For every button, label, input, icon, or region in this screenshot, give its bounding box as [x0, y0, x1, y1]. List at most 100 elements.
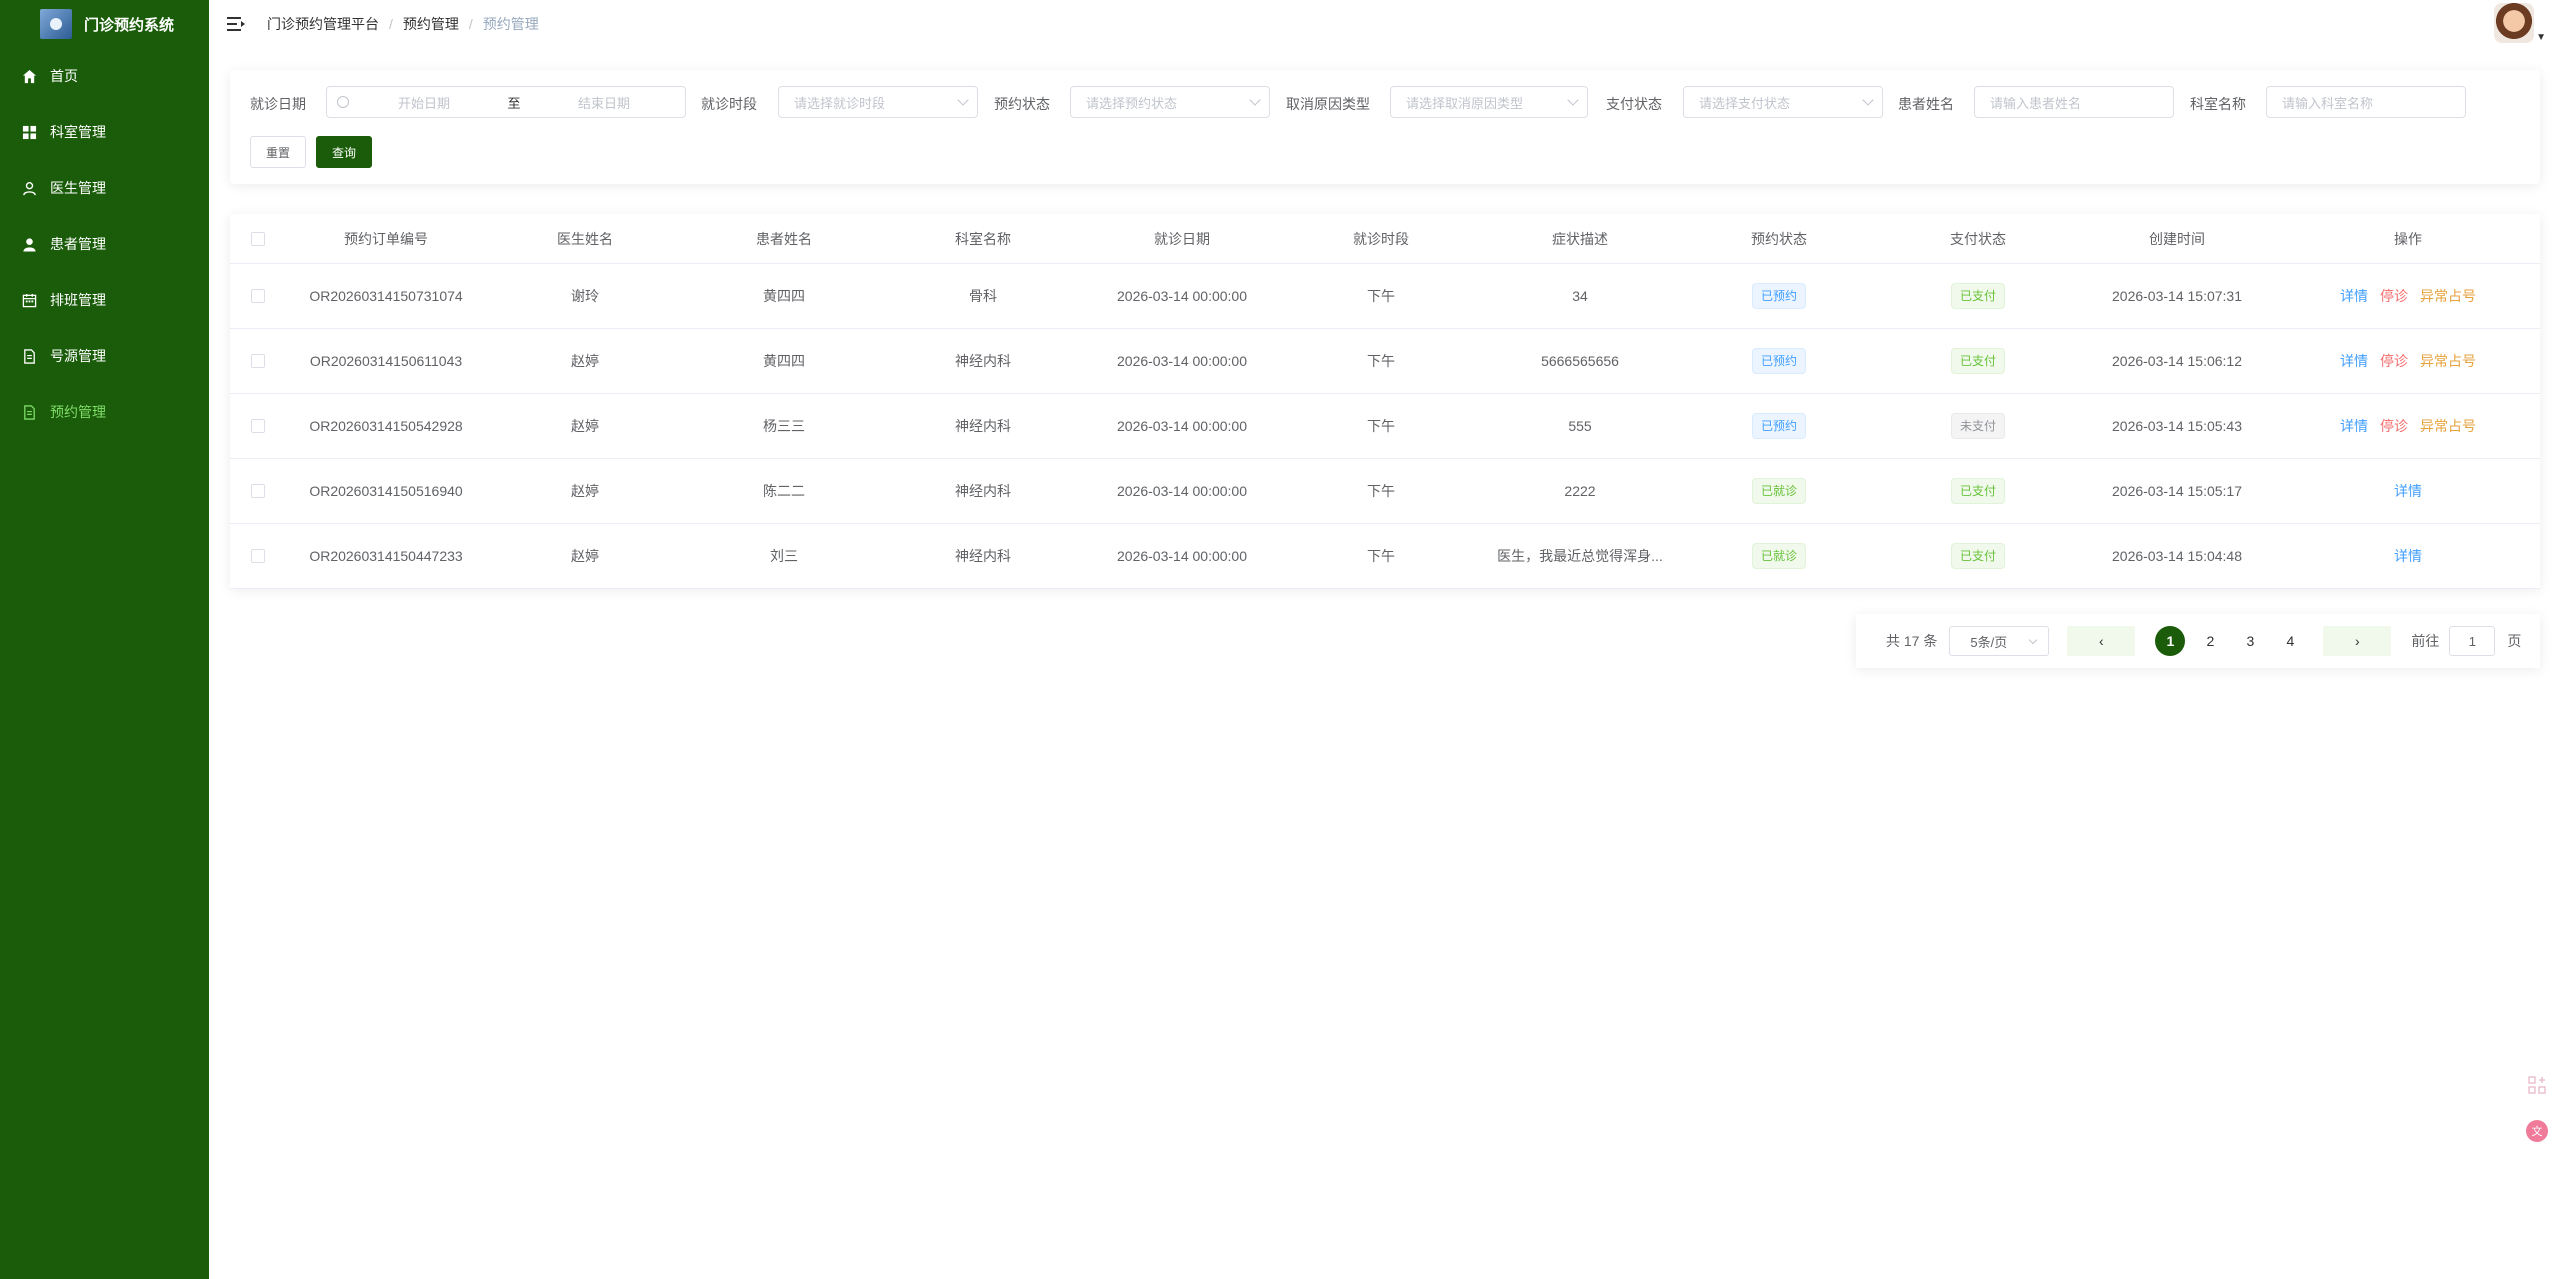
stop-link[interactable]: 停诊 — [2380, 416, 2408, 436]
row-checkbox[interactable] — [251, 289, 265, 303]
page-number-2[interactable]: 2 — [2195, 626, 2225, 656]
visit-date-range-picker[interactable]: 开始日期 至 结束日期 — [326, 86, 686, 118]
pay-status-badge: 已支付 — [1950, 348, 2005, 374]
patient-name-input[interactable]: 请输入患者姓名 — [1974, 86, 2174, 118]
row-select-cell[interactable] — [230, 524, 286, 588]
document-icon — [20, 403, 38, 421]
sidebar-item-0[interactable]: 首页 — [0, 48, 209, 104]
pay-status-cell: 已支付 — [1878, 524, 2078, 588]
detail-link[interactable]: 详情 — [2394, 481, 2422, 501]
detail-link[interactable]: 详情 — [2340, 286, 2368, 306]
hamburger-icon[interactable] — [227, 14, 247, 34]
dept-name-label: 科室名称 — [2190, 96, 2246, 112]
symptom-desc: 2222 — [1564, 483, 1596, 499]
order-number: OR20260314150447233 — [309, 548, 463, 564]
visit-period-select[interactable]: 请选择就诊时段 — [778, 86, 978, 118]
chevron-down-icon — [1862, 94, 1874, 106]
table-row: OR20260314150611043 赵婷 黄四四 神经内科 2026-03-14 0… — [230, 329, 2540, 394]
user-filled-icon — [20, 235, 38, 253]
row-select-cell[interactable] — [230, 459, 286, 523]
sidebar-item-6[interactable]: 预约管理 — [0, 384, 209, 440]
order-number: OR20260314150542928 — [309, 418, 463, 434]
row-checkbox[interactable] — [251, 354, 265, 368]
date-end-input[interactable]: 结束日期 — [529, 93, 679, 112]
total-count: 共 17 条 — [1886, 633, 1938, 649]
patient-name: 黄四四 — [763, 353, 805, 369]
caret-down-icon[interactable]: ▼ — [2536, 32, 2546, 43]
abnormal-link[interactable]: 异常占号 — [2420, 416, 2476, 436]
symptom-desc: 34 — [1572, 288, 1588, 304]
visit-period: 下午 — [1367, 353, 1395, 369]
page-number-1[interactable]: 1 — [2155, 626, 2186, 656]
prev-page-button[interactable]: ‹ — [2067, 626, 2136, 656]
next-page-button[interactable]: › — [2323, 626, 2392, 656]
detail-link[interactable]: 详情 — [2340, 351, 2368, 371]
translate-icon[interactable]: 文 — [2524, 1118, 2550, 1144]
appt-status-badge: 已就诊 — [1751, 543, 1806, 569]
patient-name: 刘三 — [770, 548, 798, 564]
sidebar-item-label: 医生管理 — [50, 180, 106, 196]
table-row: OR20260314150731074 谢玲 黄四四 骨科 2026-03-14 00:… — [230, 264, 2540, 329]
appointment-status-select[interactable]: 请选择预约状态 — [1070, 86, 1270, 118]
appt-status-cell: 已预约 — [1680, 394, 1878, 458]
query-button[interactable]: 查询 — [316, 136, 372, 168]
row-select-cell[interactable] — [230, 264, 286, 328]
col-header-patient: 患者姓名 — [756, 230, 812, 247]
sidebar-item-2[interactable]: 医生管理 — [0, 160, 209, 216]
dept-name: 骨科 — [969, 288, 997, 304]
apps-icon[interactable] — [2524, 1072, 2550, 1098]
abnormal-link[interactable]: 异常占号 — [2420, 351, 2476, 371]
abnormal-link[interactable]: 异常占号 — [2420, 286, 2476, 306]
reset-button[interactable]: 重置 — [250, 136, 306, 168]
row-checkbox[interactable] — [251, 549, 265, 563]
symptom-desc: 555 — [1568, 418, 1592, 434]
home-icon — [20, 67, 38, 85]
select-all-checkbox[interactable] — [251, 231, 265, 246]
jump-page-input[interactable]: 1 — [2449, 626, 2496, 656]
pay-status-badge: 未支付 — [1950, 413, 2005, 439]
patient-name: 杨三三 — [763, 418, 805, 434]
page-number-3[interactable]: 3 — [2235, 626, 2265, 656]
detail-link[interactable]: 详情 — [2340, 416, 2368, 436]
svg-text:文: 文 — [2532, 1124, 2543, 1138]
appt-status-badge: 已就诊 — [1751, 478, 1806, 504]
sidebar-item-5[interactable]: 号源管理 — [0, 328, 209, 384]
date-start-input[interactable]: 开始日期 — [349, 93, 499, 112]
row-checkbox[interactable] — [251, 484, 265, 498]
calendar-icon — [20, 291, 38, 309]
user-menu[interactable]: ▼ — [2494, 3, 2546, 43]
col-header-ops: 操作 — [2394, 230, 2422, 247]
table-row: OR20260314150516940 赵婷 陈二二 神经内科 2026-03-14 0… — [230, 459, 2540, 524]
date-range-separator: 至 — [507, 95, 521, 111]
jump-suffix: 页 — [2507, 633, 2522, 649]
page-size-select[interactable]: 5条/页 — [1949, 626, 2050, 656]
sidebar-menu: 首页科室管理医生管理患者管理排班管理号源管理预约管理 — [0, 48, 209, 440]
detail-link[interactable]: 详情 — [2394, 546, 2422, 566]
avatar[interactable] — [2494, 3, 2535, 43]
stop-link[interactable]: 停诊 — [2380, 351, 2408, 371]
document-icon — [20, 347, 38, 365]
stop-link[interactable]: 停诊 — [2380, 286, 2408, 306]
sidebar-item-4[interactable]: 排班管理 — [0, 272, 209, 328]
visit-date: 2026-03-14 00:00:00 — [1117, 418, 1247, 434]
appointment-table: 预约订单编号 医生姓名 患者姓名 科室名称 就诊日期 就诊时段 症状描述 预约状… — [230, 214, 2540, 589]
row-select-cell[interactable] — [230, 329, 286, 393]
breadcrumb-item-appointment[interactable]: 预约管理 — [403, 14, 459, 34]
cancel-reason-select[interactable]: 请选择取消原因类型 — [1390, 86, 1588, 118]
sidebar-item-label: 科室管理 — [50, 124, 106, 140]
sidebar-item-label: 预约管理 — [50, 404, 106, 420]
breadcrumb-item-platform[interactable]: 门诊预约管理平台 — [267, 14, 379, 34]
pay-status-cell: 已支付 — [1878, 459, 2078, 523]
sidebar-item-3[interactable]: 患者管理 — [0, 216, 209, 272]
sidebar-item-label: 排班管理 — [50, 292, 106, 308]
payment-status-select[interactable]: 请选择支付状态 — [1683, 86, 1883, 118]
doctor-name: 赵婷 — [571, 418, 599, 434]
row-checkbox[interactable] — [251, 419, 265, 433]
sidebar-item-1[interactable]: 科室管理 — [0, 104, 209, 160]
row-select-cell[interactable] — [230, 394, 286, 458]
dept-name: 神经内科 — [955, 418, 1011, 434]
cancel-reason-label: 取消原因类型 — [1286, 96, 1370, 112]
breadcrumb-item-current: 预约管理 — [482, 16, 539, 32]
dept-name-input[interactable]: 请输入科室名称 — [2266, 86, 2466, 118]
page-number-4[interactable]: 4 — [2275, 626, 2305, 656]
